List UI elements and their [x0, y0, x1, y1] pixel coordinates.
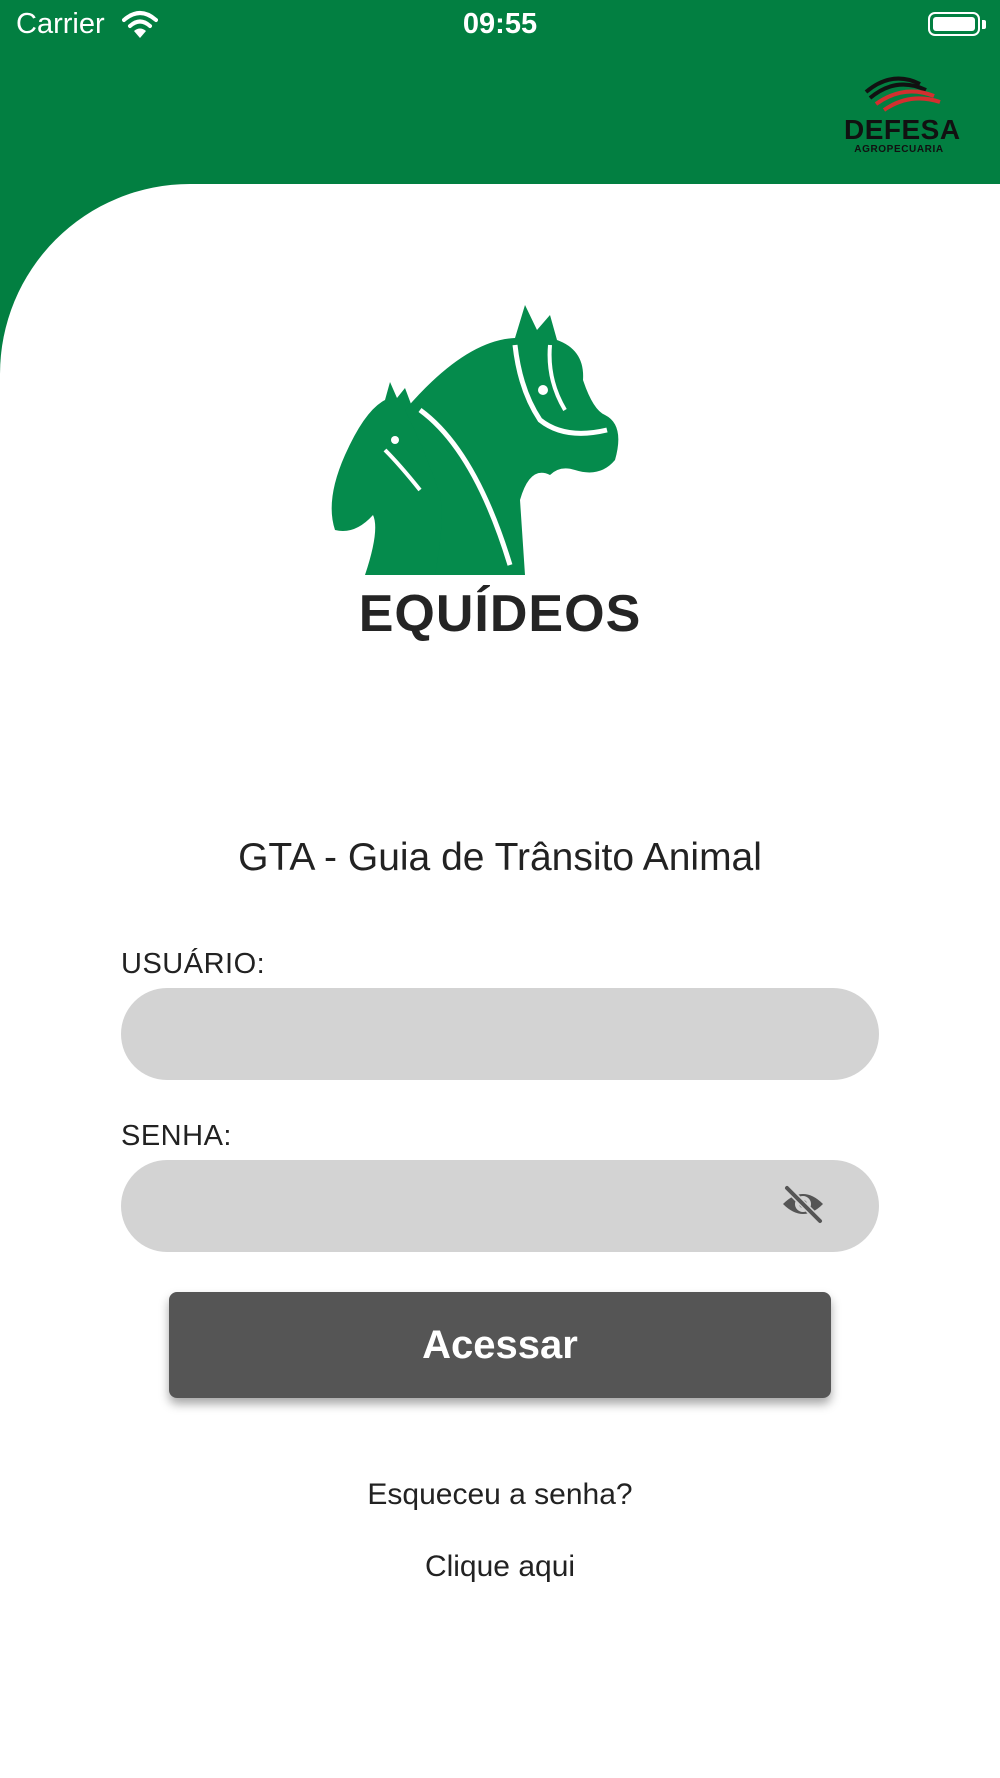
username-label: USUÁRIO:	[121, 948, 266, 980]
brand-name: DEFESA	[844, 114, 961, 145]
battery-icon	[928, 12, 980, 36]
brand-subname: AGROPECUARIA	[854, 144, 944, 155]
clock: 09:55	[462, 8, 538, 40]
brand-swoosh-icon	[864, 76, 941, 112]
defesa-logo: DEFESA AGROPECUARIA	[844, 72, 961, 158]
forgot-password-link[interactable]: Clique aqui	[0, 1550, 1000, 1584]
password-input[interactable]	[121, 1160, 879, 1252]
forgot-password-text: Esqueceu a senha?	[367, 1478, 633, 1511]
username-input[interactable]	[121, 988, 879, 1080]
password-label: SENHA:	[121, 1120, 232, 1152]
app-title: EQUÍDEOS	[358, 585, 642, 643]
login-button[interactable]: Acessar	[169, 1292, 831, 1398]
horse-logo-icon	[331, 305, 619, 575]
status-bar: Carrier 09:55	[0, 0, 1000, 50]
battery-tip	[982, 20, 986, 29]
eye-off-icon[interactable]	[780, 1184, 826, 1224]
app-subtitle: GTA - Guia de Trânsito Animal	[238, 836, 762, 879]
